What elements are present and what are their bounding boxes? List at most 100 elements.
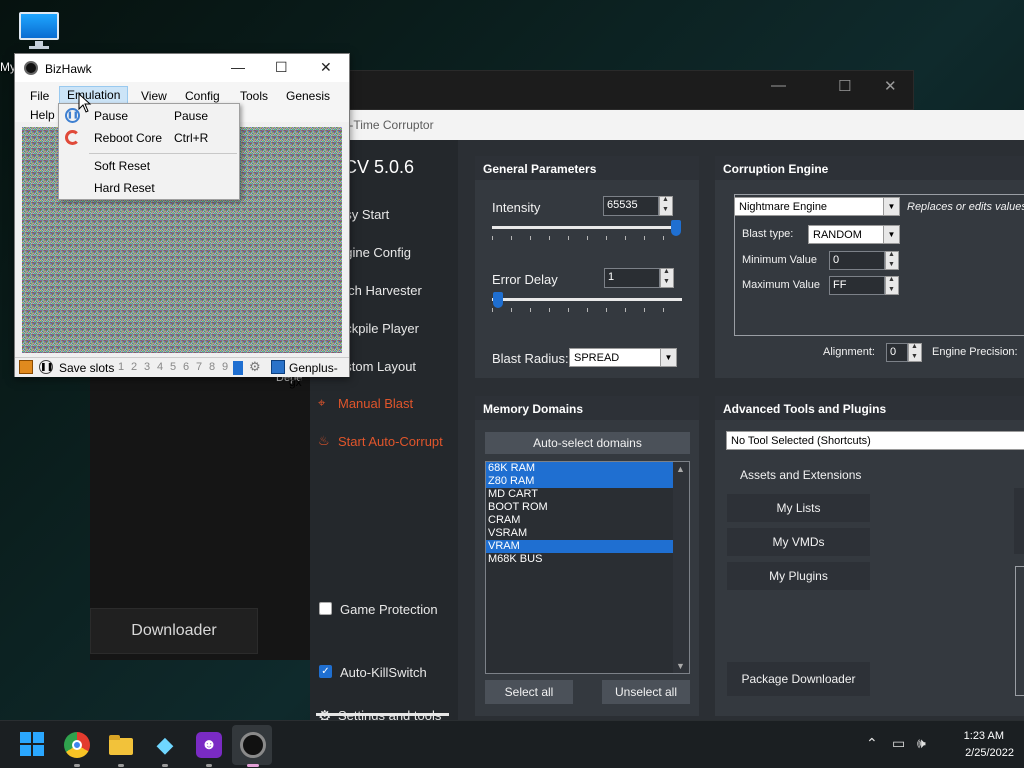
- save-slot-3[interactable]: 3: [144, 361, 150, 373]
- menu-file[interactable]: File: [30, 89, 49, 103]
- save-slot-0-selected[interactable]: [233, 361, 243, 375]
- bizhawk-title: BizHawk: [45, 62, 92, 76]
- blast-radius-select[interactable]: SPREAD ▼: [569, 348, 677, 367]
- save-slot-9[interactable]: 9: [222, 361, 228, 373]
- domain-item-cram[interactable]: CRAM: [486, 514, 689, 527]
- chrome-icon[interactable]: [64, 732, 90, 758]
- minimum-value-input[interactable]: 0: [829, 251, 885, 270]
- close-icon[interactable]: ✕: [884, 77, 897, 95]
- save-slots-label: Save slots: [59, 361, 115, 375]
- sidebar-item-glitch-harvester[interactable]: titch Harvester: [338, 283, 422, 298]
- game-app-icon[interactable]: ☻: [196, 732, 222, 758]
- menu-help[interactable]: Help: [30, 108, 55, 122]
- engine-select[interactable]: Nightmare Engine ▼: [734, 197, 900, 216]
- domain-list-scrollbar[interactable]: ▲ ▼: [673, 462, 689, 673]
- domain-item-m68k-bus[interactable]: M68K BUS: [486, 553, 689, 566]
- menu-item-reboot-core[interactable]: Reboot Core Ctrl+R: [59, 127, 239, 149]
- alignment-spinner[interactable]: [908, 343, 922, 362]
- unselect-all-button[interactable]: Unselect all: [602, 680, 690, 704]
- menu-emulation[interactable]: Emulation: [59, 86, 129, 104]
- manual-blast-button[interactable]: Manual Blast: [338, 396, 413, 411]
- bizhawk-titlebar[interactable]: BizHawk — ☐ ✕: [15, 54, 349, 82]
- desktop-computer-icon[interactable]: [16, 10, 64, 50]
- auto-select-domains-button[interactable]: Auto-select domains: [485, 432, 690, 454]
- game-protection-checkbox[interactable]: [319, 602, 332, 615]
- rtc-titlebar[interactable]: al-Time Corruptor: [310, 110, 1024, 140]
- intensity-slider-track[interactable]: [492, 226, 678, 229]
- maximize-icon[interactable]: ☐: [838, 77, 851, 95]
- menu-config[interactable]: Config: [185, 89, 220, 103]
- save-slot-1[interactable]: 1: [118, 361, 124, 373]
- minimize-icon[interactable]: —: [771, 77, 786, 94]
- domain-item-md-cart[interactable]: MD CART: [486, 488, 689, 501]
- menu-view[interactable]: View: [141, 89, 167, 103]
- warning-icon[interactable]: [19, 360, 33, 374]
- save-slot-2[interactable]: 2: [131, 361, 137, 373]
- save-slot-6[interactable]: 6: [183, 361, 189, 373]
- error-delay-spinner[interactable]: [660, 268, 674, 288]
- chevron-down-icon: ▼: [883, 226, 899, 243]
- menu-tools[interactable]: Tools: [240, 89, 268, 103]
- menu-item-reboot-label: Reboot Core: [94, 131, 163, 145]
- error-delay-slider-thumb[interactable]: [493, 292, 503, 308]
- package-downloader-button[interactable]: Package Downloader: [727, 662, 870, 696]
- blast-type-select[interactable]: RANDOM ▼: [808, 225, 900, 244]
- maximize-icon[interactable]: ☐: [275, 59, 288, 76]
- background-window[interactable]: — ☐ ✕: [300, 70, 914, 110]
- alignment-input[interactable]: 0: [886, 343, 908, 362]
- assets-extensions-label: Assets and Extensions: [740, 468, 862, 482]
- chevron-up-icon[interactable]: ⌃: [866, 735, 878, 752]
- chevron-down-icon: ▼: [660, 349, 676, 366]
- pause-icon[interactable]: ❚❚: [39, 360, 53, 374]
- close-icon[interactable]: ✕: [320, 59, 332, 76]
- my-vmds-button[interactable]: My VMDs: [727, 528, 870, 556]
- clock-date[interactable]: 2/25/2022: [965, 747, 1014, 759]
- error-delay-input[interactable]: 1: [604, 268, 660, 288]
- save-slot-5[interactable]: 5: [170, 361, 176, 373]
- auto-killswitch-label: Auto-KillSwitch: [340, 665, 427, 680]
- domain-item-z80-ram[interactable]: Z80 RAM: [486, 475, 689, 488]
- menu-item-soft-reset[interactable]: Soft Reset: [59, 155, 239, 177]
- tool-select[interactable]: No Tool Selected (Shortcuts): [726, 431, 1024, 450]
- minimize-icon[interactable]: —: [231, 59, 245, 75]
- menu-separator: [89, 153, 237, 154]
- maximum-value-spinner[interactable]: [885, 276, 899, 295]
- auto-killswitch-checkbox[interactable]: ✓: [319, 665, 332, 678]
- scroll-up-icon[interactable]: ▲: [676, 464, 685, 474]
- game-app-running-indicator: [206, 764, 212, 767]
- domain-item-vsram[interactable]: VSRAM: [486, 527, 689, 540]
- menu-genesis[interactable]: Genesis: [286, 89, 330, 103]
- file-explorer-icon[interactable]: [108, 732, 134, 758]
- save-slot-8[interactable]: 8: [209, 361, 215, 373]
- domain-item-68k-ram[interactable]: 68K RAM: [486, 462, 689, 475]
- domain-item-vram[interactable]: VRAM: [486, 540, 689, 553]
- save-slot-7[interactable]: 7: [196, 361, 202, 373]
- start-auto-corrupt-button[interactable]: Start Auto-Corrupt: [338, 434, 443, 449]
- memory-domains-title: Memory Domains: [475, 396, 699, 420]
- scroll-down-icon[interactable]: ▼: [676, 661, 685, 671]
- controller-icon: ⚙: [249, 359, 261, 374]
- domain-item-boot-rom[interactable]: BOOT ROM: [486, 501, 689, 514]
- intensity-slider-thumb[interactable]: [671, 220, 681, 236]
- sidebar-item-stockpile-player[interactable]: ockpile Player: [338, 321, 419, 336]
- save-slot-4[interactable]: 4: [157, 361, 163, 373]
- network-icon[interactable]: ▭: [892, 735, 905, 752]
- my-lists-button[interactable]: My Lists: [727, 494, 870, 522]
- select-all-button[interactable]: Select all: [485, 680, 573, 704]
- general-parameters-title: General Parameters: [475, 156, 699, 180]
- intensity-spinner[interactable]: [659, 196, 673, 216]
- clock-time[interactable]: 1:23 AM: [964, 730, 1004, 742]
- volume-icon[interactable]: 🕪: [917, 735, 926, 752]
- windows-start-icon[interactable]: [20, 732, 46, 758]
- intensity-input[interactable]: 65535: [603, 196, 659, 216]
- bizhawk-taskbar-icon[interactable]: [240, 732, 266, 758]
- menu-item-hard-reset[interactable]: Hard Reset: [59, 177, 239, 199]
- alignment-label: Alignment:: [823, 346, 875, 358]
- my-plugins-button[interactable]: My Plugins: [727, 562, 870, 590]
- error-delay-slider-track[interactable]: [492, 298, 682, 301]
- downloader-window[interactable]: Downloader: [90, 608, 258, 654]
- memory-domain-list[interactable]: 68K RAM Z80 RAM MD CART BOOT ROM CRAM VS…: [485, 461, 690, 674]
- minimum-value-spinner[interactable]: [885, 251, 899, 270]
- maximum-value-input[interactable]: FF: [829, 276, 885, 295]
- gem-icon[interactable]: ◆: [152, 732, 178, 758]
